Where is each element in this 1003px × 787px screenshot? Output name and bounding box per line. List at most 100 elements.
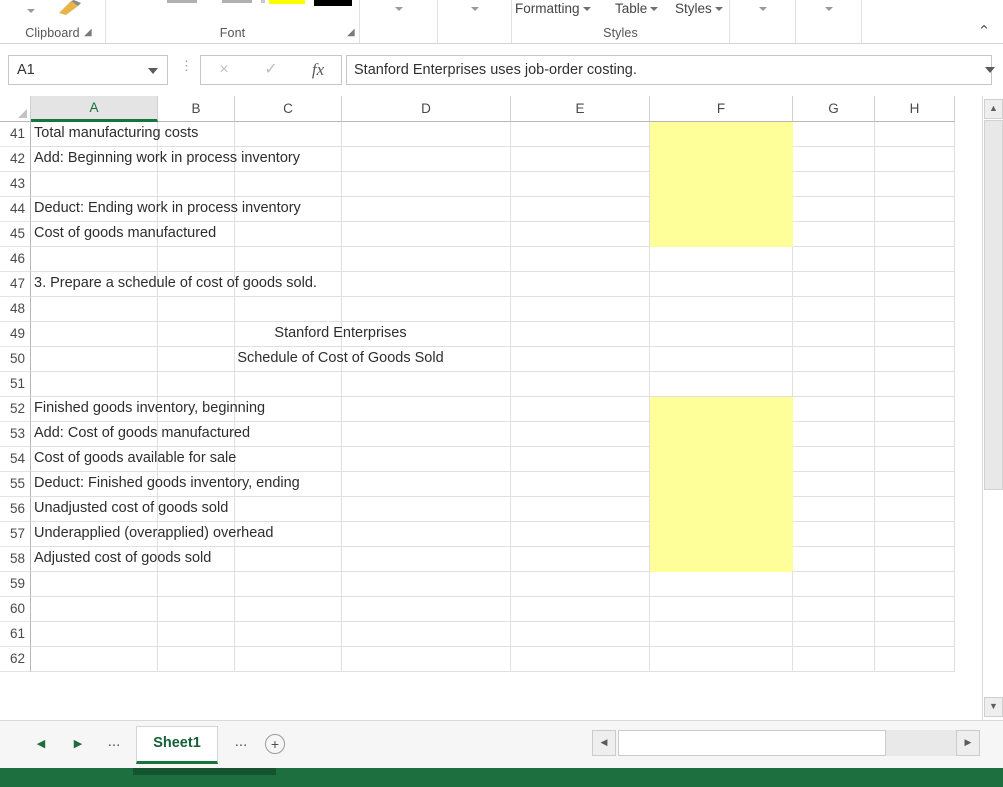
cell-C50[interactable] (235, 347, 342, 372)
cell-B59[interactable] (158, 572, 235, 597)
cell-E58[interactable] (511, 547, 650, 572)
cell-H44[interactable] (875, 197, 955, 222)
paste-dropdown-caret-icon[interactable] (27, 9, 35, 13)
scroll-down-button[interactable]: ▼ (984, 697, 1003, 717)
cell-E57[interactable] (511, 522, 650, 547)
cell-B41[interactable] (158, 122, 235, 147)
cell-A42[interactable] (31, 147, 158, 172)
column-header-c[interactable]: C (235, 96, 342, 122)
insert-function-button[interactable]: fx (295, 56, 341, 84)
cell-C49[interactable] (235, 322, 342, 347)
cell-F47[interactable] (650, 272, 793, 297)
cell-H45[interactable] (875, 222, 955, 247)
cell-F45[interactable] (650, 222, 793, 247)
cell-A52[interactable] (31, 397, 158, 422)
cell-D46[interactable] (342, 247, 511, 272)
previous-sheet-button[interactable]: ◀ (28, 732, 54, 756)
editing-more-caret-icon[interactable] (825, 7, 833, 11)
cell-C53[interactable] (235, 422, 342, 447)
cell-F51[interactable] (650, 372, 793, 397)
cell-H54[interactable] (875, 447, 955, 472)
cell-A41[interactable] (31, 122, 158, 147)
cell-F62[interactable] (650, 647, 793, 672)
select-all-corner-button[interactable] (0, 96, 31, 122)
cell-F55[interactable] (650, 472, 793, 497)
font-dialog-launcher-icon[interactable]: ◢ (347, 27, 358, 38)
cell-B45[interactable] (158, 222, 235, 247)
cell-G53[interactable] (793, 422, 875, 447)
cell-E49[interactable] (511, 322, 650, 347)
cell-C56[interactable] (235, 497, 342, 522)
cell-G57[interactable] (793, 522, 875, 547)
cell-C51[interactable] (235, 372, 342, 397)
name-box-chevron-down-icon[interactable] (148, 68, 158, 74)
cell-F42[interactable] (650, 147, 793, 172)
cell-D43[interactable] (342, 172, 511, 197)
cell-B58[interactable] (158, 547, 235, 572)
row-header-43[interactable]: 43 (0, 172, 31, 197)
cell-C41[interactable] (235, 122, 342, 147)
cell-F61[interactable] (650, 622, 793, 647)
cell-C59[interactable] (235, 572, 342, 597)
row-header-58[interactable]: 58 (0, 547, 31, 572)
cell-D56[interactable] (342, 497, 511, 522)
cell-E55[interactable] (511, 472, 650, 497)
column-header-h[interactable]: H (875, 96, 955, 122)
cell-F43[interactable] (650, 172, 793, 197)
row-header-51[interactable]: 51 (0, 372, 31, 397)
conditional-formatting-button[interactable]: Formatting (515, 0, 591, 18)
cell-A50[interactable] (31, 347, 158, 372)
cell-C47[interactable] (235, 272, 342, 297)
cell-C55[interactable] (235, 472, 342, 497)
row-header-61[interactable]: 61 (0, 622, 31, 647)
cell-G48[interactable] (793, 297, 875, 322)
cell-G52[interactable] (793, 397, 875, 422)
cancel-entry-button[interactable]: × (201, 56, 247, 84)
border-button-edge-icon[interactable] (167, 0, 197, 3)
cell-D50[interactable] (342, 347, 511, 372)
cell-D45[interactable] (342, 222, 511, 247)
cell-G44[interactable] (793, 197, 875, 222)
row-header-47[interactable]: 47 (0, 272, 31, 297)
cell-C48[interactable] (235, 297, 342, 322)
cell-A61[interactable] (31, 622, 158, 647)
format-painter-icon[interactable] (57, 0, 83, 16)
cell-C54[interactable] (235, 447, 342, 472)
cell-H50[interactable] (875, 347, 955, 372)
row-header-59[interactable]: 59 (0, 572, 31, 597)
cell-F46[interactable] (650, 247, 793, 272)
cell-G50[interactable] (793, 347, 875, 372)
column-header-b[interactable]: B (158, 96, 235, 122)
cell-E42[interactable] (511, 147, 650, 172)
horizontal-scrollbar[interactable]: ◀ ▶ (592, 730, 980, 758)
scroll-right-button[interactable]: ▶ (956, 730, 980, 756)
cell-G54[interactable] (793, 447, 875, 472)
cell-B50[interactable] (158, 347, 235, 372)
cell-H42[interactable] (875, 147, 955, 172)
cell-G61[interactable] (793, 622, 875, 647)
number-format-caret-icon[interactable] (471, 7, 479, 11)
formula-input[interactable]: Stanford Enterprises uses job-order cost… (346, 55, 992, 85)
fill-color-button-edge-icon[interactable] (261, 0, 265, 3)
cell-H48[interactable] (875, 297, 955, 322)
cell-F60[interactable] (650, 597, 793, 622)
row-header-42[interactable]: 42 (0, 147, 31, 172)
cell-F41[interactable] (650, 122, 793, 147)
confirm-entry-button[interactable]: ✓ (248, 56, 294, 84)
cell-H57[interactable] (875, 522, 955, 547)
cell-A54[interactable] (31, 447, 158, 472)
cell-A46[interactable] (31, 247, 158, 272)
cell-G59[interactable] (793, 572, 875, 597)
column-header-a[interactable]: A (31, 96, 158, 122)
column-header-d[interactable]: D (342, 96, 511, 122)
cell-B49[interactable] (158, 322, 235, 347)
cell-D59[interactable] (342, 572, 511, 597)
cell-A59[interactable] (31, 572, 158, 597)
cell-D49[interactable] (342, 322, 511, 347)
cell-H49[interactable] (875, 322, 955, 347)
cell-B57[interactable] (158, 522, 235, 547)
cell-A43[interactable] (31, 172, 158, 197)
cell-E43[interactable] (511, 172, 650, 197)
cell-H47[interactable] (875, 272, 955, 297)
cell-H53[interactable] (875, 422, 955, 447)
